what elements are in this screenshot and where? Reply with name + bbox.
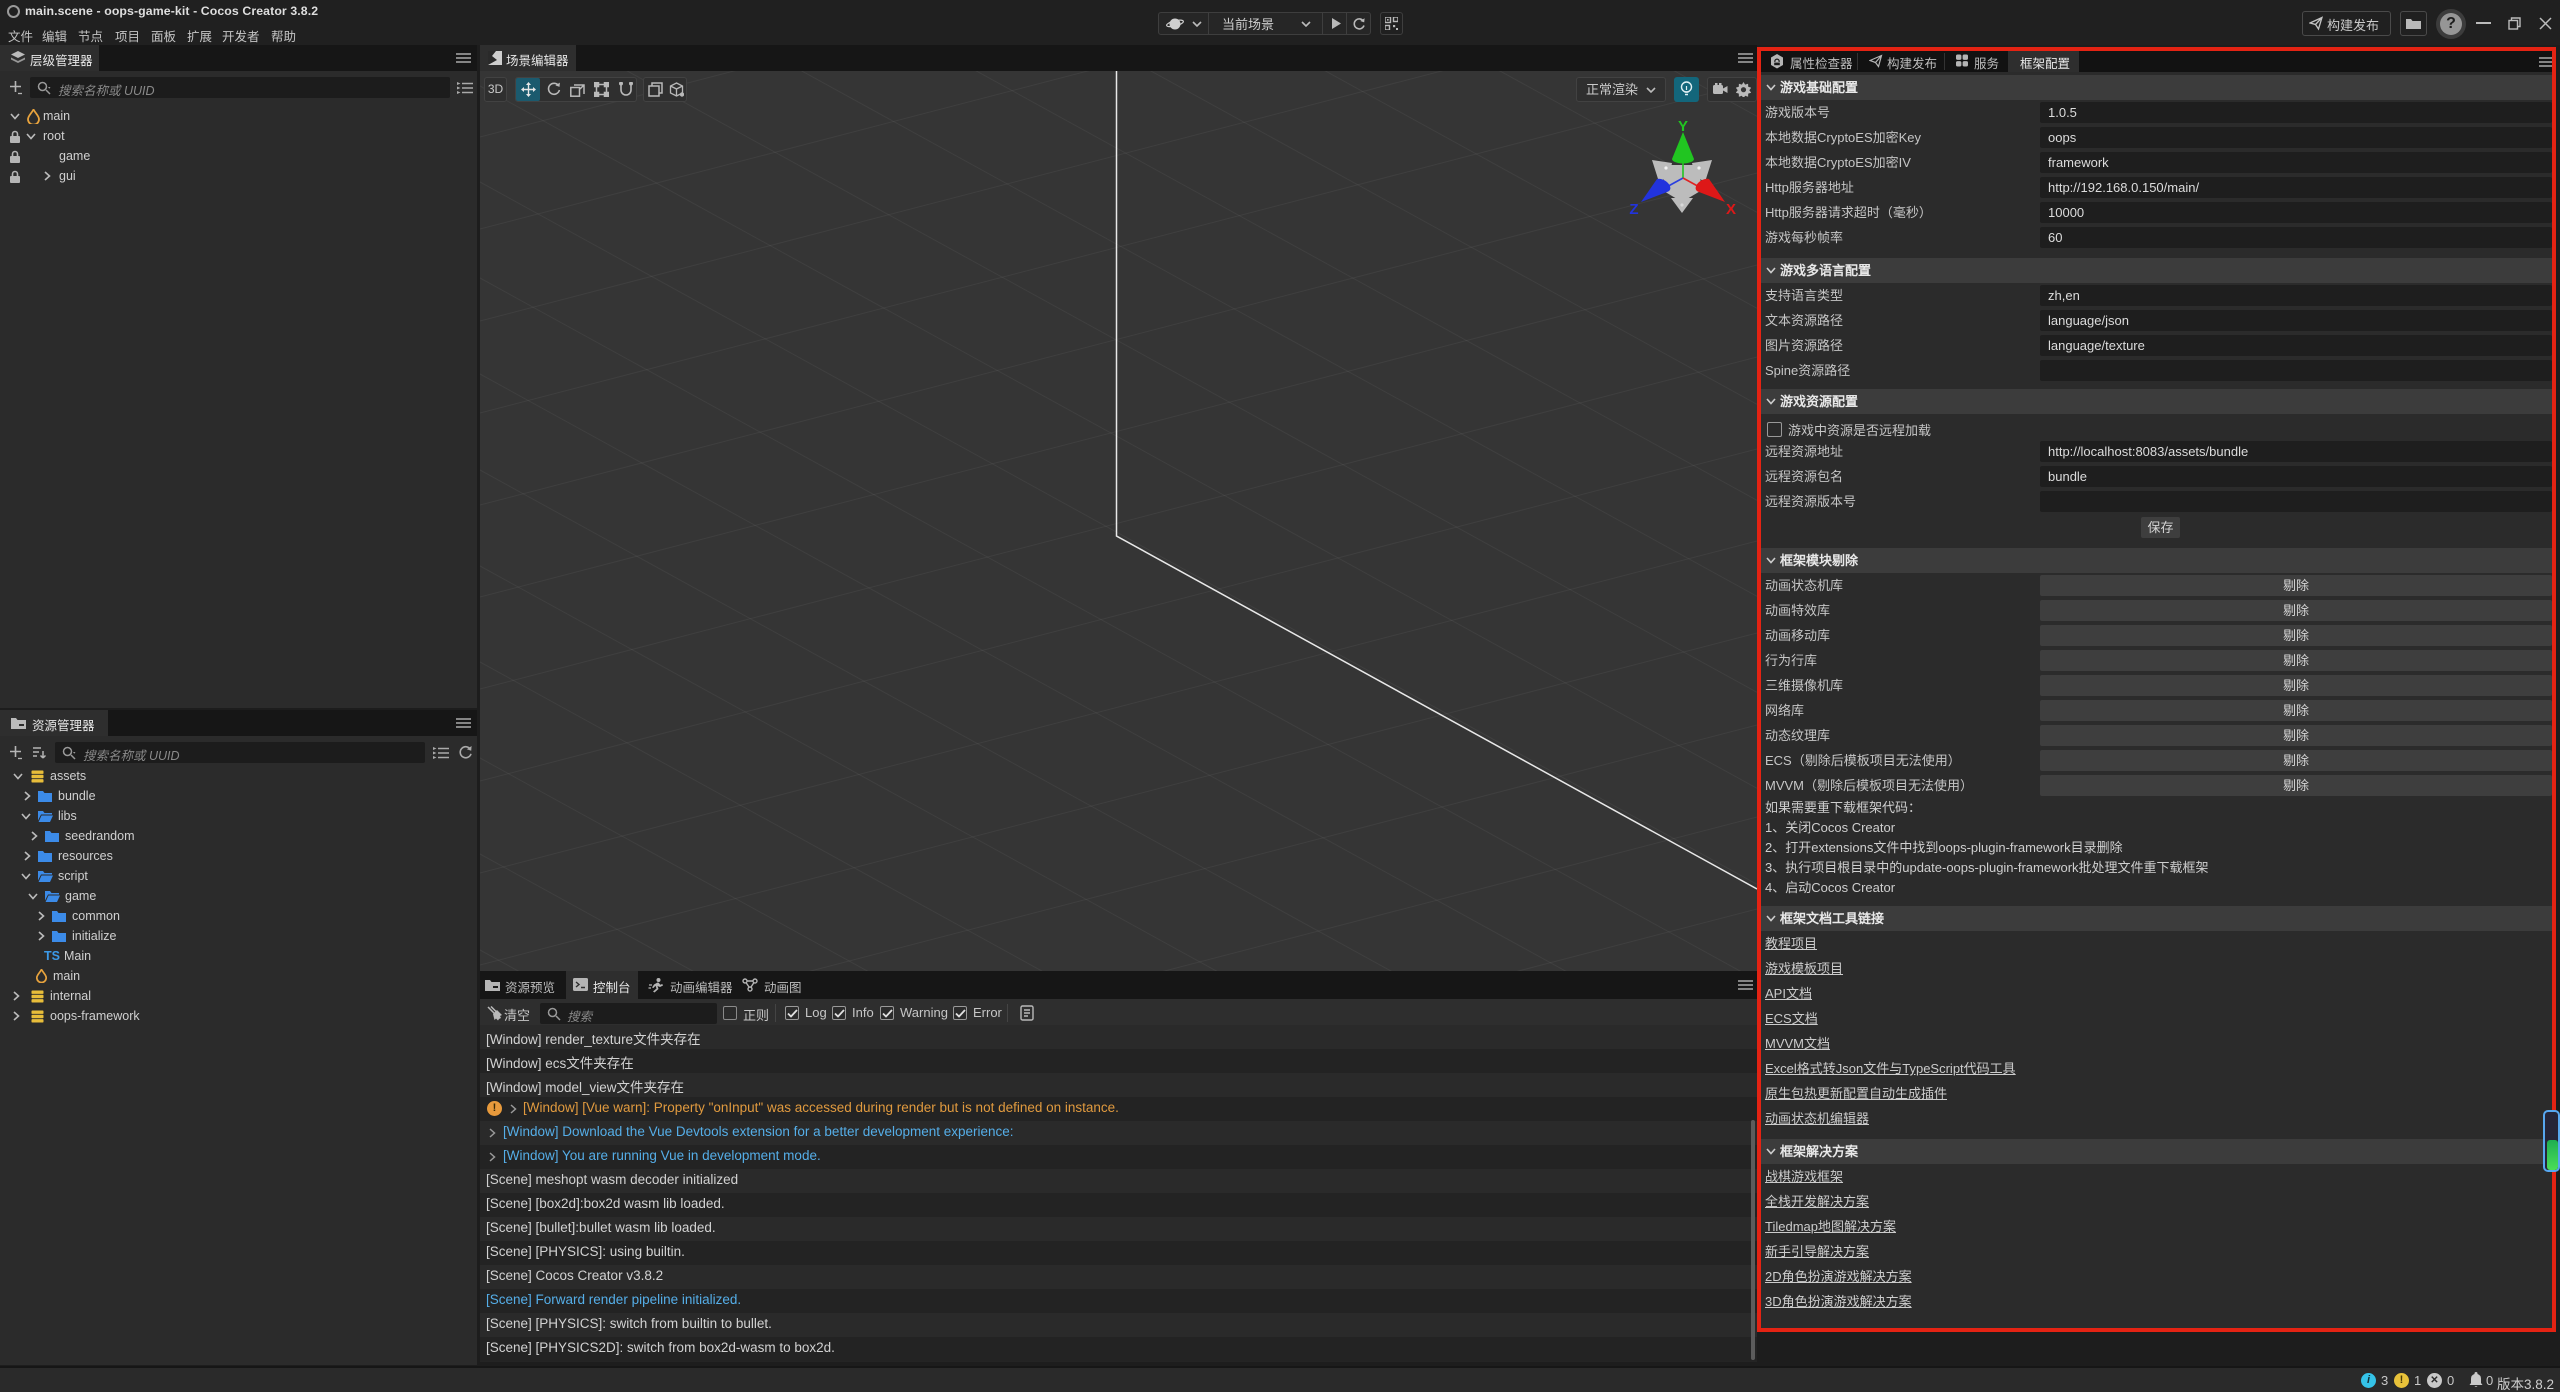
svg-text:X: X [1726,201,1736,218]
svg-text:Y: Y [1678,118,1688,135]
svg-text:Z: Z [1629,201,1638,218]
